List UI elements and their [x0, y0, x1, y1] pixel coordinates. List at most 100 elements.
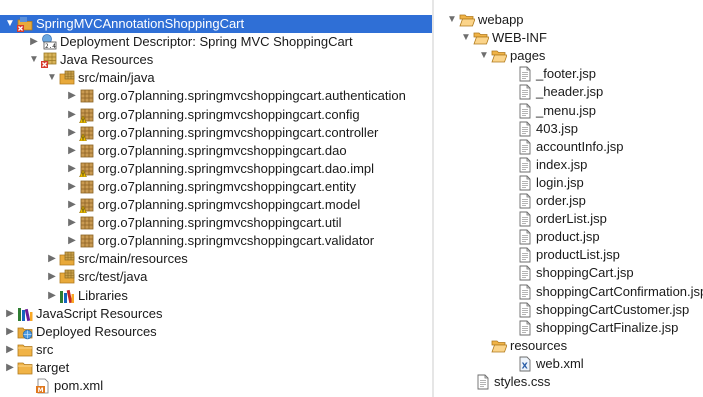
- tree-item-org-o7planning-springmvcshoppingcart-controller[interactable]: ▶ org.o7planning.springmvcshoppingcart.co…: [66, 124, 378, 142]
- tree-item-label: src/test/java: [78, 269, 148, 284]
- folder-open-icon: [491, 338, 507, 354]
- tree-item-label: index.jsp: [536, 157, 588, 172]
- tree-item-shoppingcart-jsp[interactable]: shoppingCart.jsp: [504, 264, 634, 282]
- tree-item-org-o7planning-springmvcshoppingcart-config[interactable]: ▶ org.o7planning.springmvcshoppingcart.co…: [66, 106, 360, 124]
- tree-item-src-test-java[interactable]: ▶ src/test/java: [46, 268, 147, 286]
- tree-item-styles-css[interactable]: styles.css: [462, 373, 550, 391]
- tree-item-label: shoppingCartCustomer.jsp: [536, 302, 690, 317]
- collapse-arrow-right-icon[interactable]: ▶: [66, 178, 78, 196]
- tree-item-src-main-java[interactable]: ▼ src/main/java: [46, 69, 155, 87]
- folder-open-icon: [459, 12, 475, 28]
- tree-item-target[interactable]: ▶ target: [4, 359, 69, 377]
- tree-item-src[interactable]: ▶ src: [4, 341, 53, 359]
- folder-icon: [17, 342, 33, 358]
- tree-item-pom-xml[interactable]: Mpom.xml: [22, 377, 103, 395]
- tree-item-product-jsp[interactable]: product.jsp: [504, 228, 600, 246]
- collapse-arrow-right-icon[interactable]: ▶: [66, 232, 78, 250]
- collapse-arrow-right-icon[interactable]: ▶: [46, 287, 58, 305]
- tree-item-label: shoppingCartFinalize.jsp: [536, 320, 679, 335]
- collapse-arrow-right-icon[interactable]: ▶: [66, 196, 78, 214]
- expand-arrow-down-icon[interactable]: ▼: [4, 15, 16, 33]
- tree-item-label: productList.jsp: [536, 247, 620, 262]
- tree-item-org-o7planning-springmvcshoppingcart-model[interactable]: ▶ org.o7planning.springmvcshoppingcart.mo…: [66, 196, 360, 214]
- tree-item-label: src: [36, 342, 54, 357]
- tree-item-pages[interactable]: ▼ pages: [478, 47, 545, 65]
- collapse-arrow-right-icon[interactable]: ▶: [66, 124, 78, 142]
- expand-arrow-down-icon[interactable]: ▼: [478, 47, 490, 65]
- tree-item-login-jsp[interactable]: login.jsp: [504, 174, 584, 192]
- expand-arrow-down-icon[interactable]: ▼: [28, 51, 40, 69]
- tree-item-web-xml[interactable]: Xweb.xml: [504, 355, 584, 373]
- collapse-arrow-right-icon[interactable]: ▶: [66, 142, 78, 160]
- tree-item-label: pages: [510, 48, 546, 63]
- tree-item-src-main-resources[interactable]: ▶ src/main/resources: [46, 250, 188, 268]
- expand-arrow-down-icon[interactable]: ▼: [460, 29, 472, 47]
- tree-item-label: org.o7planning.springmvcshoppingcart.mod…: [98, 197, 361, 212]
- source-folder-icon: [59, 251, 75, 267]
- collapse-arrow-right-icon[interactable]: ▶: [46, 268, 58, 286]
- tree-item-label: Deployed Resources: [36, 324, 157, 339]
- jsp-file-icon: [517, 247, 533, 263]
- tree-item-label: product.jsp: [536, 229, 600, 244]
- package-warning-icon: [79, 125, 95, 141]
- tree-item-shoppingcartcustomer-jsp[interactable]: shoppingCartCustomer.jsp: [504, 301, 689, 319]
- tree-item-springmvcannotationshoppingcart[interactable]: ▼ SpringMVCAnnotationShoppingCart: [0, 15, 432, 33]
- tree-item-web-inf[interactable]: ▼ WEB-INF: [460, 29, 547, 47]
- jsp-file-icon: [517, 139, 533, 155]
- tree-item-index-jsp[interactable]: index.jsp: [504, 156, 587, 174]
- package-icon: [79, 215, 95, 231]
- tree-item-footer-jsp[interactable]: _footer.jsp: [504, 65, 596, 83]
- collapse-arrow-right-icon[interactable]: ▶: [4, 323, 16, 341]
- jsp-file-icon: [517, 302, 533, 318]
- expand-arrow-down-icon[interactable]: ▼: [46, 69, 58, 87]
- svg-text:2.4: 2.4: [45, 43, 56, 50]
- tree-item-org-o7planning-springmvcshoppingcart-validator[interactable]: ▶ org.o7planning.springmvcshoppingcart.va…: [66, 232, 374, 250]
- package-icon: [79, 88, 95, 104]
- tree-item-productlist-jsp[interactable]: productList.jsp: [504, 246, 620, 264]
- maven-pom-icon: M: [35, 378, 51, 394]
- source-folder-icon: [59, 70, 75, 86]
- collapse-arrow-right-icon[interactable]: ▶: [66, 106, 78, 124]
- package-warning-icon: [79, 107, 95, 123]
- tree-item-order-jsp[interactable]: order.jsp: [504, 192, 586, 210]
- tree-item-shoppingcartconfirmation-jsp[interactable]: shoppingCartConfirmation.jsp: [504, 283, 703, 301]
- tree-item-label: src/main/java: [78, 70, 155, 85]
- tree-item-deployed-resources[interactable]: ▶ Deployed Resources: [4, 323, 157, 341]
- jsp-file-icon: [517, 284, 533, 300]
- tree-item-org-o7planning-springmvcshoppingcart-util[interactable]: ▶ org.o7planning.springmvcshoppingcart.ut…: [66, 214, 341, 232]
- tree-item-label: org.o7planning.springmvcshoppingcart.aut…: [98, 88, 406, 103]
- tree-item-webapp[interactable]: ▼ webapp: [446, 11, 524, 29]
- tree-item-shoppingcartfinalize-jsp[interactable]: shoppingCartFinalize.jsp: [504, 319, 678, 337]
- collapse-arrow-right-icon[interactable]: ▶: [66, 160, 78, 178]
- collapse-arrow-right-icon[interactable]: ▶: [4, 305, 16, 323]
- tree-item-header-jsp[interactable]: _header.jsp: [504, 83, 603, 101]
- pane-divider[interactable]: [432, 0, 434, 397]
- tree-item-accountinfo-jsp[interactable]: accountInfo.jsp: [504, 138, 623, 156]
- tree-item-403-jsp[interactable]: 403.jsp: [504, 120, 578, 138]
- collapse-arrow-right-icon[interactable]: ▶: [46, 250, 58, 268]
- tree-item-javascript-resources[interactable]: ▶ JavaScript Resources: [4, 305, 162, 323]
- collapse-arrow-right-icon[interactable]: ▶: [66, 87, 78, 105]
- collapse-arrow-right-icon[interactable]: ▶: [66, 214, 78, 232]
- package-warning-icon: [79, 161, 95, 177]
- collapse-arrow-right-icon[interactable]: ▶: [4, 359, 16, 377]
- tree-item-libraries[interactable]: ▶ Libraries: [46, 287, 128, 305]
- tree-item-resources[interactable]: resources: [478, 337, 567, 355]
- tree-item-java-resources[interactable]: ▼ Java Resources: [28, 51, 153, 69]
- tree-item-org-o7planning-springmvcshoppingcart-dao[interactable]: ▶ org.o7planning.springmvcshoppingcart.da…: [66, 142, 346, 160]
- tree-item-deployment-descriptor-spring-mvc-shoppingcart[interactable]: ▶ 2.4 Deployment Descriptor: Spring MVC Sh…: [28, 33, 353, 51]
- tree-item-org-o7planning-springmvcshoppingcart-authentication[interactable]: ▶ org.o7planning.springmvcshoppingcart.au…: [66, 87, 406, 105]
- tree-item-orderlist-jsp[interactable]: orderList.jsp: [504, 210, 607, 228]
- expand-arrow-down-icon[interactable]: ▼: [446, 11, 458, 29]
- tree-item-org-o7planning-springmvcshoppingcart-entity[interactable]: ▶ org.o7planning.springmvcshoppingcart.en…: [66, 178, 356, 196]
- tree-item-menu-jsp[interactable]: _menu.jsp: [504, 102, 596, 120]
- folder-open-icon: [473, 30, 489, 46]
- collapse-arrow-right-icon[interactable]: ▶: [28, 33, 40, 51]
- tree-item-label: src/main/resources: [78, 251, 188, 266]
- package-icon: [79, 143, 95, 159]
- tree-item-label: accountInfo.jsp: [536, 139, 624, 154]
- libraries-icon: [59, 288, 75, 304]
- tree-item-label: org.o7planning.springmvcshoppingcart.dao…: [98, 161, 375, 176]
- tree-item-org-o7planning-springmvcshoppingcart-dao-impl[interactable]: ▶ org.o7planning.springmvcshoppingcart.da…: [66, 160, 374, 178]
- collapse-arrow-right-icon[interactable]: ▶: [4, 341, 16, 359]
